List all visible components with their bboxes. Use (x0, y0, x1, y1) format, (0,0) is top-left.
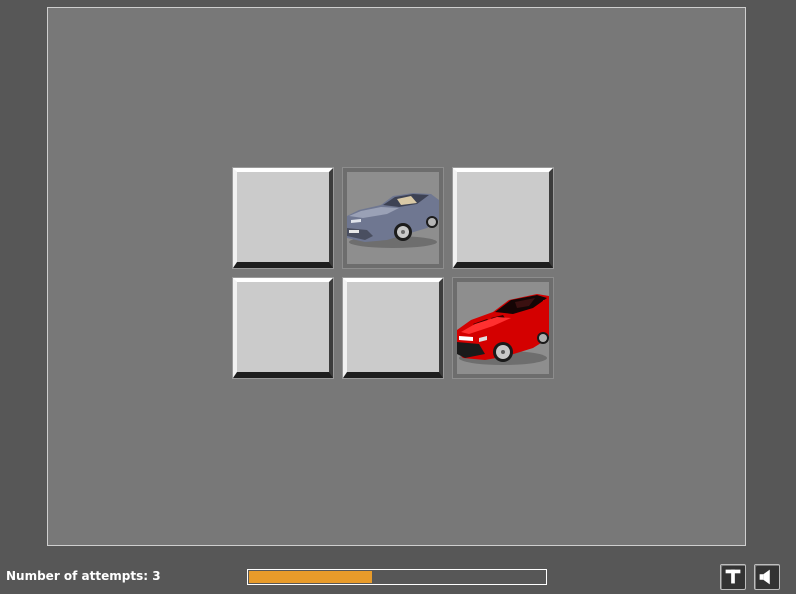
card-2[interactable] (343, 168, 443, 268)
card-4[interactable] (233, 278, 333, 378)
red-sports-car-image (457, 282, 549, 374)
speaker-icon (759, 569, 770, 585)
silver-sports-car-image (347, 172, 439, 264)
progress-bar-fill (249, 571, 373, 583)
game-board (47, 7, 746, 546)
text-toggle-button[interactable] (720, 564, 746, 590)
sound-toggle-button[interactable] (754, 564, 780, 590)
text-t-icon (725, 569, 741, 584)
card-5[interactable] (343, 278, 443, 378)
card-1[interactable] (233, 168, 333, 268)
attempts-counter: Number of attempts: 3 (6, 569, 161, 583)
card-3[interactable] (453, 168, 553, 268)
card-6[interactable] (453, 278, 553, 378)
progress-bar (247, 569, 547, 585)
